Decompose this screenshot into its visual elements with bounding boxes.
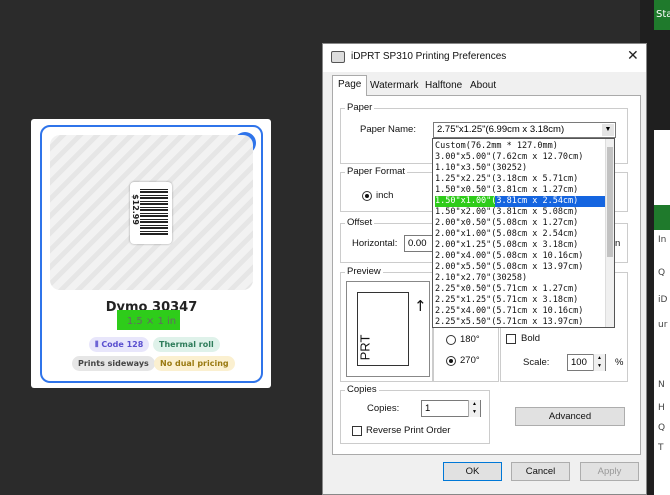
background-app-banner: Sta xyxy=(654,0,670,30)
scale-input[interactable]: 100 ▲ ▼ xyxy=(567,354,606,371)
tag-code-128: ⦀ Code 128 xyxy=(89,337,150,352)
paper-option[interactable]: 2.25"x5.50"(5.71cm x 13.97cm) xyxy=(435,317,605,327)
paper-option[interactable]: 1.50"x2.00"(3.81cm x 5.08cm) xyxy=(435,207,605,218)
copies-value: 1 xyxy=(425,403,431,414)
horizontal-label: Horizontal: xyxy=(352,238,398,249)
tab-about[interactable]: About xyxy=(465,77,501,95)
paper-option-selected[interactable]: 1.50"x1.00"(3.81cm x 2.54cm) xyxy=(435,196,605,207)
copies-stepper[interactable]: ▲ ▼ xyxy=(468,400,480,417)
paper-option[interactable]: 1.10"x3.50"(30252) xyxy=(435,163,605,174)
copies-label: Copies: xyxy=(367,403,400,414)
paper-option[interactable]: 2.25"x0.50"(5.71cm x 1.27cm) xyxy=(435,284,605,295)
paper-option[interactable]: 2.00"x1.25"(5.08cm x 3.18cm) xyxy=(435,240,605,251)
dialog-titlebar: iDPRT SP310 Printing Preferences ✕ xyxy=(323,44,646,72)
barcode-icon xyxy=(140,187,168,235)
rotation-270-label: 270° xyxy=(460,355,480,366)
ok-button[interactable]: OK xyxy=(443,462,502,481)
paper-format-group-label: Paper Format xyxy=(345,166,408,177)
chevron-down-icon[interactable]: ▼ xyxy=(602,124,614,136)
tag-no-dual-pricing: No dual pricing xyxy=(154,356,235,371)
paper-option[interactable]: 2.00"x0.50"(5.08cm x 1.27cm) xyxy=(435,218,605,229)
rotation-270-radio[interactable] xyxy=(446,356,456,366)
background-app-item: T xyxy=(658,443,664,453)
tag-prints-sideways: Prints sideways xyxy=(72,356,155,371)
dialog-title: iDPRT SP310 Printing Preferences xyxy=(351,51,507,62)
background-app-item: Q xyxy=(658,268,666,278)
background-app-item: In xyxy=(658,235,667,245)
paper-option[interactable]: 1.50"x0.50"(3.81cm x 1.27cm) xyxy=(435,185,605,196)
rotation-180-radio[interactable] xyxy=(446,335,456,345)
preview-group-label: Preview xyxy=(345,266,383,277)
rotation-180-label: 180° xyxy=(460,334,480,345)
offset-unit-label: n xyxy=(615,238,621,249)
scale-unit: % xyxy=(615,357,624,368)
offset-group-label: Offset xyxy=(345,217,375,228)
cancel-button[interactable]: Cancel xyxy=(511,462,570,481)
scale-label: Scale: xyxy=(523,357,550,368)
paper-name-select[interactable]: 2.75"x1.25"(6.99cm x 3.18cm) ▼ xyxy=(433,122,616,138)
tab-watermark[interactable]: Watermark xyxy=(365,77,424,95)
preview-text: PRT xyxy=(357,334,373,361)
scale-value: 100 xyxy=(571,357,587,368)
printer-icon xyxy=(331,51,345,63)
paper-option[interactable]: 3.00"x5.00"(7.62cm x 12.70cm) xyxy=(435,152,605,163)
close-button[interactable]: ✕ xyxy=(627,48,639,64)
paper-option[interactable]: 2.10"x2.70"(30258) xyxy=(435,273,605,284)
tab-halftone[interactable]: Halftone xyxy=(420,77,467,95)
paper-group-label: Paper xyxy=(345,102,375,113)
background-app-panel xyxy=(654,130,670,495)
label-price: $12.99 xyxy=(130,194,140,225)
paper-option[interactable]: 2.00"x1.00"(5.08cm x 2.54cm) xyxy=(435,229,605,240)
horizontal-input[interactable]: 0.00 xyxy=(404,235,434,252)
paper-option[interactable]: Custom(76.2mm * 127.0mm) xyxy=(435,141,605,152)
tag-label: Code 128 xyxy=(101,340,144,349)
arrow-up-icon: ↑ xyxy=(414,297,427,315)
label-size: 1.5 × 1 in xyxy=(126,316,177,327)
scale-stepper[interactable]: ▲ ▼ xyxy=(593,354,605,371)
paper-option[interactable]: 2.25"x4.00"(5.71cm x 10.16cm) xyxy=(435,306,605,317)
advanced-button[interactable]: Advanced xyxy=(515,407,625,426)
paper-name-dropdown-list[interactable]: Custom(76.2mm * 127.0mm) 3.00"x5.00"(7.6… xyxy=(432,138,615,328)
copies-input[interactable]: 1 ▲ ▼ xyxy=(421,400,481,417)
inch-label: inch xyxy=(376,190,394,201)
background-app-item: N xyxy=(658,380,665,390)
background-app-accent xyxy=(654,205,670,230)
tag-thermal-roll: Thermal roll xyxy=(153,337,220,352)
paper-option[interactable]: 1.25"x2.25"(3.18cm x 5.71cm) xyxy=(435,174,605,185)
bold-label: Bold xyxy=(521,333,541,344)
dropdown-scroll-thumb[interactable] xyxy=(607,147,613,257)
background-app-item: iD xyxy=(658,295,668,305)
reverse-print-checkbox[interactable] xyxy=(352,426,362,436)
paper-name-label: Paper Name: xyxy=(360,124,416,135)
background-app-item: Q xyxy=(658,423,666,433)
copies-group-label: Copies xyxy=(345,384,379,395)
apply-button[interactable]: Apply xyxy=(580,462,639,481)
tab-page[interactable]: Page xyxy=(332,75,368,96)
paper-name-value: 2.75"x1.25"(6.99cm x 3.18cm) xyxy=(437,124,565,135)
paper-option[interactable]: 2.00"x4.00"(5.08cm x 10.16cm) xyxy=(435,251,605,262)
background-app-item: H xyxy=(658,403,665,413)
paper-option-selected-label: 1.50"x1.00"(3.81cm x 2.54cm) xyxy=(435,196,579,206)
bold-checkbox[interactable] xyxy=(506,334,516,344)
paper-option[interactable]: 2.25"x1.25"(5.71cm x 3.18cm) xyxy=(435,295,605,306)
reverse-print-label: Reverse Print Order xyxy=(366,425,451,436)
background-app-item: ur xyxy=(658,320,668,330)
inch-radio[interactable] xyxy=(362,191,372,201)
dropdown-scrollbar[interactable] xyxy=(605,139,614,327)
paper-option[interactable]: 2.00"x5.50"(5.08cm x 13.97cm) xyxy=(435,262,605,273)
